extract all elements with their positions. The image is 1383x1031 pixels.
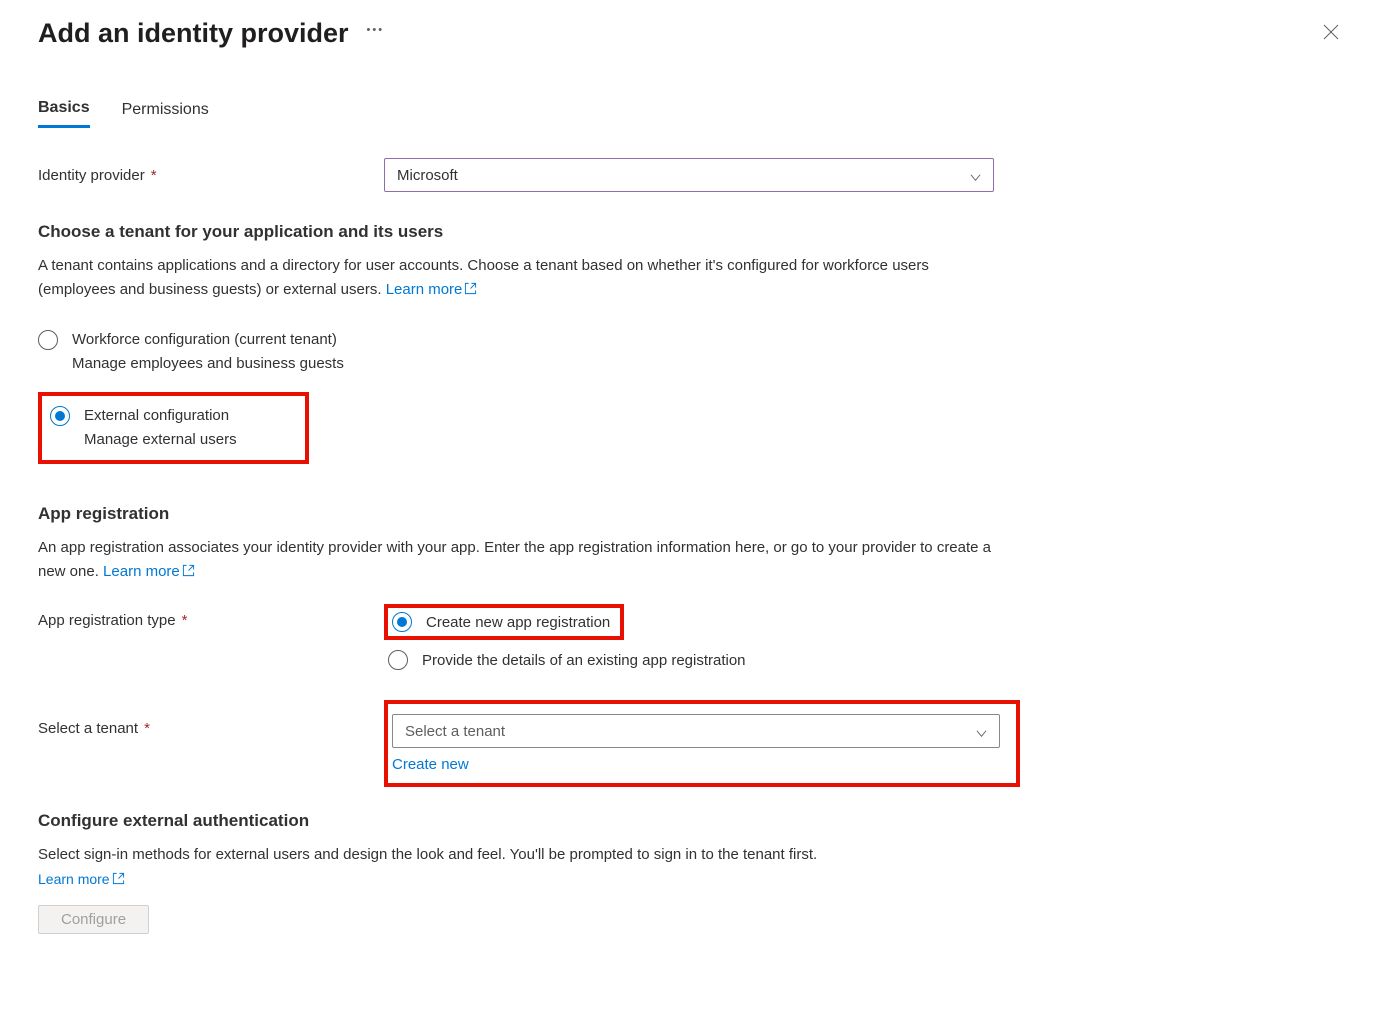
app-reg-desc: An app registration associates your iden…	[38, 536, 998, 584]
app-reg-type-field: Create new app registration Provide the …	[384, 604, 996, 670]
radio-workforce[interactable]: Workforce configuration (current tenant)…	[38, 322, 1345, 382]
close-button[interactable]	[1317, 18, 1345, 49]
tenant-learn-more-link[interactable]: Learn more	[386, 281, 478, 298]
select-tenant-placeholder: Select a tenant	[405, 723, 505, 740]
required-asterisk: *	[144, 720, 150, 737]
identity-provider-select[interactable]: Microsoft	[384, 158, 994, 192]
tenant-radio-group: Workforce configuration (current tenant)…	[38, 322, 1345, 464]
tab-basics[interactable]: Basics	[38, 99, 90, 128]
external-auth-desc: Select sign-in methods for external user…	[38, 843, 998, 867]
app-reg-learn-more-link[interactable]: Learn more	[103, 563, 195, 580]
identity-provider-field: Microsoft	[384, 158, 996, 192]
app-registration-section: App registration An app registration ass…	[38, 504, 1345, 787]
tenant-section-desc-text: A tenant contains applications and a dir…	[38, 257, 929, 298]
app-reg-type-label: App registration type *	[38, 604, 384, 629]
radio-circle-checked-icon	[392, 612, 412, 632]
app-reg-type-row: App registration type * Create new app re…	[38, 604, 1345, 670]
radio-create-new-label: Create new app registration	[426, 614, 610, 631]
page-title: Add an identity provider	[38, 18, 349, 49]
external-auth-heading: Configure external authentication	[38, 811, 1345, 831]
app-reg-learn-more-text: Learn more	[103, 563, 180, 580]
app-reg-heading: App registration	[38, 504, 1345, 524]
radio-create-new-app[interactable]: Create new app registration	[388, 612, 610, 632]
radio-existing-app[interactable]: Provide the details of an existing app r…	[384, 650, 996, 670]
radio-circle-icon	[388, 650, 408, 670]
external-auth-learn-more-text: Learn more	[38, 871, 110, 887]
close-icon	[1323, 24, 1339, 44]
tabs: Basics Permissions	[38, 99, 1345, 128]
more-icon[interactable]: •••	[367, 24, 385, 36]
highlight-select-tenant: Select a tenant Create new	[384, 700, 1020, 787]
radio-external-sub: Manage external users	[84, 428, 237, 452]
external-link-icon	[464, 279, 477, 292]
radio-existing-label: Provide the details of an existing app r…	[422, 652, 746, 669]
radio-workforce-text: Workforce configuration (current tenant)…	[72, 328, 344, 376]
app-reg-type-radio-group: Create new app registration Provide the …	[384, 604, 996, 670]
external-auth-learn-more-link[interactable]: Learn more	[38, 871, 125, 887]
required-asterisk: *	[182, 612, 188, 629]
radio-workforce-sub: Manage employees and business guests	[72, 352, 344, 376]
tenant-section-heading: Choose a tenant for your application and…	[38, 222, 1345, 242]
radio-external-label: External configuration	[84, 404, 237, 428]
app-reg-type-label-text: App registration type	[38, 612, 176, 629]
radio-external-text: External configuration Manage external u…	[84, 404, 237, 452]
header-left: Add an identity provider •••	[38, 18, 384, 49]
identity-provider-value: Microsoft	[397, 167, 458, 184]
identity-provider-row: Identity provider * Microsoft	[38, 158, 1345, 192]
external-link-icon	[182, 561, 195, 574]
identity-provider-label-text: Identity provider	[38, 167, 145, 184]
tenant-section-desc: A tenant contains applications and a dir…	[38, 254, 998, 302]
required-asterisk: *	[151, 167, 157, 184]
chevron-down-icon	[976, 726, 987, 737]
configure-button[interactable]: Configure	[38, 905, 149, 934]
tab-permissions[interactable]: Permissions	[122, 99, 209, 128]
create-new-tenant-link[interactable]: Create new	[392, 756, 1000, 773]
select-tenant-label: Select a tenant *	[38, 700, 384, 737]
highlight-create-new-app: Create new app registration	[384, 604, 624, 640]
identity-provider-label: Identity provider *	[38, 167, 384, 184]
select-tenant-dropdown[interactable]: Select a tenant	[392, 714, 1000, 748]
highlight-external-config: External configuration Manage external u…	[38, 392, 309, 464]
tenant-learn-more-text: Learn more	[386, 281, 463, 298]
select-tenant-row: Select a tenant * Select a tenant Create …	[38, 700, 1345, 787]
radio-workforce-label: Workforce configuration (current tenant)	[72, 328, 344, 352]
select-tenant-label-text: Select a tenant	[38, 720, 138, 737]
chevron-down-icon	[970, 170, 981, 181]
radio-circle-icon	[38, 330, 58, 350]
radio-external[interactable]: External configuration Manage external u…	[44, 398, 297, 458]
panel-header: Add an identity provider •••	[38, 10, 1345, 49]
external-link-icon	[112, 872, 125, 885]
radio-circle-checked-icon	[50, 406, 70, 426]
select-tenant-field: Select a tenant Create new	[392, 714, 1000, 773]
